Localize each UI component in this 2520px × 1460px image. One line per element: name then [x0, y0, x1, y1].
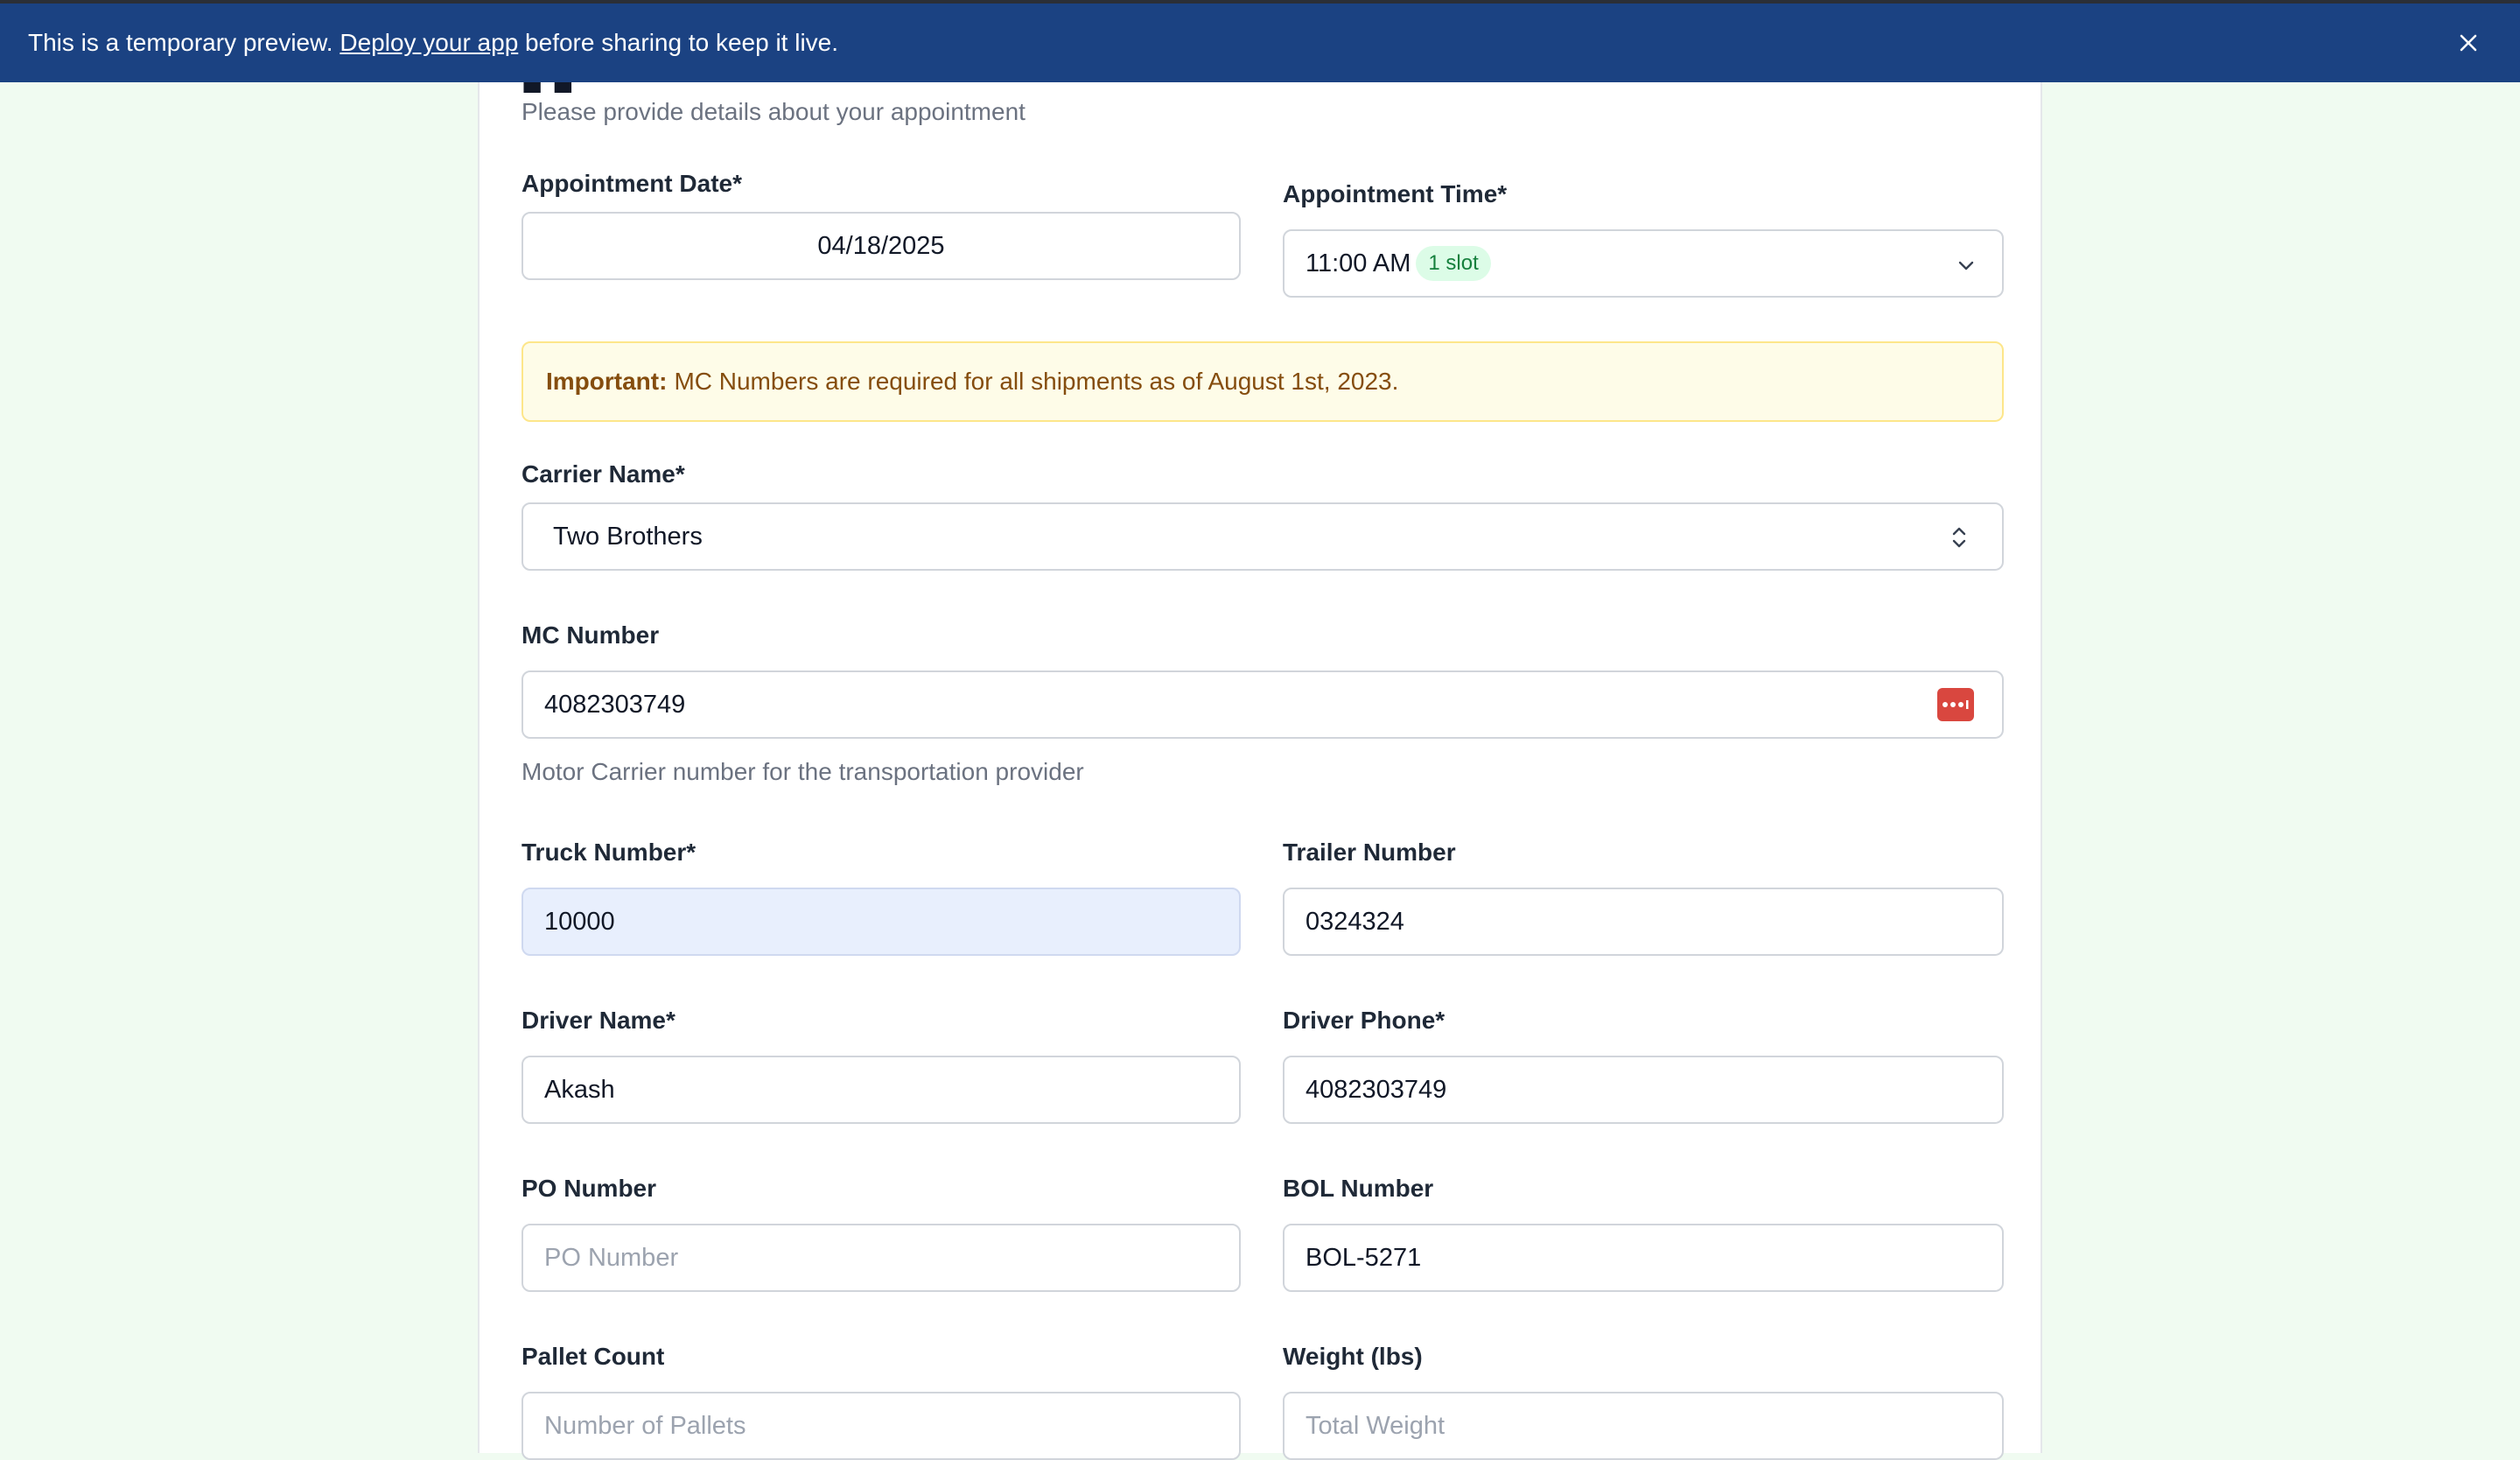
driver-name-input[interactable]: [522, 1056, 1241, 1124]
banner-message: This is a temporary preview. Deploy your…: [28, 29, 838, 57]
carrier-name-select[interactable]: Two Brothers: [522, 502, 2004, 571]
banner-prefix: This is a temporary preview.: [28, 29, 333, 56]
notice-text: MC Numbers are required for all shipment…: [674, 368, 1399, 395]
mc-number-label: MC Number: [522, 621, 660, 649]
po-number-label: PO Number: [522, 1175, 657, 1202]
mc-number-input[interactable]: [522, 670, 2004, 739]
chevron-up-down-icon: [1952, 527, 1966, 548]
appointment-date-label: Appointment Date*: [522, 170, 742, 197]
driver-name-label: Driver Name*: [522, 1007, 676, 1034]
carrier-name-label: Carrier Name*: [522, 460, 685, 488]
banner-suffix: before sharing to keep it live.: [525, 29, 839, 56]
mc-number-wrapper: [522, 670, 2004, 739]
weight-label: Weight (lbs): [1283, 1343, 1423, 1370]
appointment-time-value: 11:00 AM: [1306, 249, 1411, 277]
bol-number-label: BOL Number: [1283, 1175, 1434, 1202]
truck-number-label: Truck Number*: [522, 839, 696, 866]
driver-phone-label: Driver Phone*: [1283, 1007, 1446, 1034]
chevron-down-icon: [1958, 261, 1974, 270]
driver-phone-input[interactable]: [1283, 1056, 2004, 1124]
po-number-input[interactable]: [522, 1224, 1241, 1292]
mc-number-notice: Important: MC Numbers are required for a…: [522, 341, 2004, 422]
form-subtitle: Please provide details about your appoin…: [522, 98, 1026, 125]
close-icon[interactable]: [2455, 30, 2482, 56]
trailer-number-input[interactable]: [1283, 888, 2004, 956]
carrier-name-value: Two Brothers: [553, 522, 703, 551]
mc-number-helper: Motor Carrier number for the transportat…: [522, 758, 1084, 785]
appointment-time-select[interactable]: 11:00 AM 1 slot: [1283, 229, 2004, 298]
notice-bold-label: Important:: [546, 368, 668, 395]
weight-input[interactable]: [1283, 1392, 2004, 1460]
truck-number-input[interactable]: [522, 888, 1241, 956]
pallet-count-label: Pallet Count: [522, 1343, 665, 1370]
dots-icon: [1942, 700, 1969, 709]
appointment-time-label: Appointment Time*: [1283, 180, 1508, 207]
deploy-app-link[interactable]: Deploy your app: [340, 29, 518, 56]
appointment-date-input[interactable]: [522, 212, 1241, 280]
appointment-form-card: ■ ■ Please provide details about your ap…: [478, 53, 2042, 1460]
bol-number-input[interactable]: [1283, 1224, 2004, 1292]
slot-availability-badge: 1 slot: [1416, 246, 1491, 281]
pallet-count-input[interactable]: [522, 1392, 1241, 1460]
password-manager-icon[interactable]: [1937, 688, 1974, 721]
trailer-number-label: Trailer Number: [1283, 839, 1456, 866]
preview-banner: This is a temporary preview. Deploy your…: [0, 0, 2520, 82]
